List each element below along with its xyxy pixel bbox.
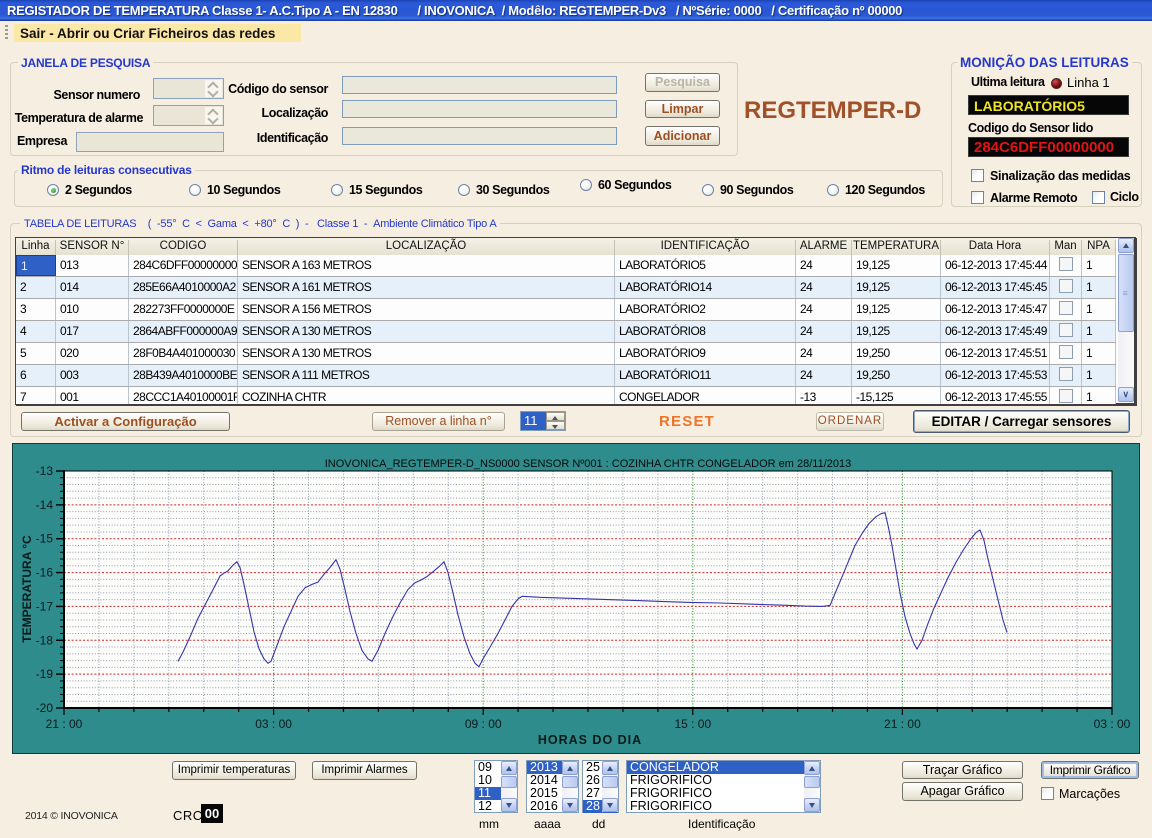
- svg-text:03 : 00: 03 : 00: [255, 717, 292, 731]
- svg-text:-19: -19: [36, 667, 54, 681]
- svg-text:15 : 00: 15 : 00: [674, 717, 711, 731]
- svg-text:-17: -17: [36, 599, 54, 613]
- svg-text:INOVONICA_REGTEMPER-D_NS0000 S: INOVONICA_REGTEMPER-D_NS0000 SENSOR Nº00…: [325, 458, 851, 470]
- svg-text:21 : 00: 21 : 00: [46, 717, 83, 731]
- svg-text:21 : 00: 21 : 00: [884, 717, 921, 731]
- svg-text:-13: -13: [36, 464, 54, 478]
- svg-text:-14: -14: [36, 498, 54, 512]
- svg-text:-18: -18: [36, 633, 54, 647]
- svg-text:-15: -15: [36, 532, 54, 546]
- svg-text:TEMPERATURA °C: TEMPERATURA °C: [20, 535, 34, 643]
- svg-text:09 : 00: 09 : 00: [465, 717, 502, 731]
- svg-text:03 : 00: 03 : 00: [1094, 717, 1131, 731]
- svg-text:HORAS DO DIA: HORAS DO DIA: [538, 733, 642, 747]
- svg-text:-16: -16: [36, 566, 54, 580]
- svg-text:-20: -20: [36, 701, 54, 715]
